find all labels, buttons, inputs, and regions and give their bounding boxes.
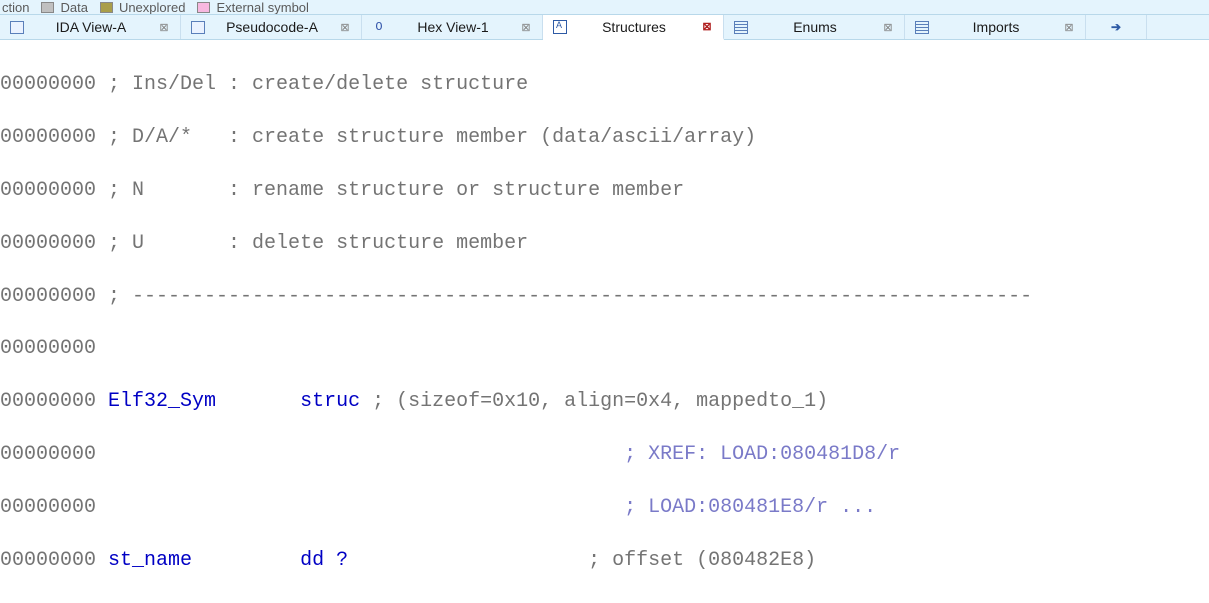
tab-hex-view[interactable]: O Hex View-1 ⊠ (362, 15, 543, 39)
legend-swatch-data (41, 2, 54, 13)
code-line: 00000000 Elf32_Sym struc ; (sizeof=0x10,… (0, 389, 1209, 415)
code-line: 00000000 ; -----------------------------… (0, 284, 1209, 310)
tab-enums[interactable]: Enums ⊠ (724, 15, 905, 39)
structures-view[interactable]: 00000000 ; Ins/Del : create/delete struc… (0, 40, 1209, 603)
close-icon[interactable]: ⊠ (520, 21, 532, 33)
legend-swatch-unexplored (100, 2, 113, 13)
tab-label: IDA View-A (32, 19, 150, 35)
close-icon[interactable]: ⊠ (339, 21, 351, 33)
imports-icon (915, 20, 929, 34)
legend-swatch-external (197, 2, 210, 13)
code-line: 00000000 (0, 336, 1209, 362)
close-icon[interactable]: ⊠ (882, 21, 894, 33)
code-line: 00000000 ; U : delete structure member (0, 231, 1209, 257)
tab-label: Imports (937, 19, 1055, 35)
tab-structures[interactable]: Structures ⊠ (543, 15, 724, 40)
tab-overflow[interactable]: ➔ (1086, 15, 1147, 39)
tab-label: Enums (756, 19, 874, 35)
enums-icon (734, 20, 748, 34)
tab-label: Hex View-1 (394, 19, 512, 35)
overflow-icon: ➔ (1109, 20, 1123, 34)
code-line: 00000000 ; D/A/* : create structure memb… (0, 125, 1209, 151)
tab-label: Pseudocode-A (213, 19, 331, 35)
close-icon[interactable]: ⊠ (701, 21, 713, 33)
code-line: 00000000 ; XREF: LOAD:080481D8/r (0, 442, 1209, 468)
code-line: 00000000 ; Ins/Del : create/delete struc… (0, 72, 1209, 98)
ida-view-icon (10, 20, 24, 34)
tab-label: Structures (575, 19, 693, 35)
pseudocode-icon (191, 20, 205, 34)
code-line: 00000000 st_name dd ? ; offset (080482E8… (0, 548, 1209, 574)
legend-label-data: Data (60, 0, 87, 15)
legend-label-external: External symbol (216, 0, 308, 15)
tab-imports[interactable]: Imports ⊠ (905, 15, 1086, 39)
legend-strip: ction Data Unexplored External symbol (0, 0, 1209, 15)
close-icon[interactable]: ⊠ (1063, 21, 1075, 33)
code-line: 00000000 ; LOAD:080481E8/r ... (0, 495, 1209, 521)
legend-label-unexplored: Unexplored (119, 0, 186, 15)
structures-icon (553, 20, 567, 34)
legend-text-function: ction (2, 0, 29, 15)
tab-strip: IDA View-A ⊠ Pseudocode-A ⊠ O Hex View-1… (0, 15, 1209, 40)
hex-view-icon: O (372, 20, 386, 34)
tab-pseudocode[interactable]: Pseudocode-A ⊠ (181, 15, 362, 39)
code-line: 00000000 ; N : rename structure or struc… (0, 178, 1209, 204)
tab-ida-view[interactable]: IDA View-A ⊠ (0, 15, 181, 39)
close-icon[interactable]: ⊠ (158, 21, 170, 33)
